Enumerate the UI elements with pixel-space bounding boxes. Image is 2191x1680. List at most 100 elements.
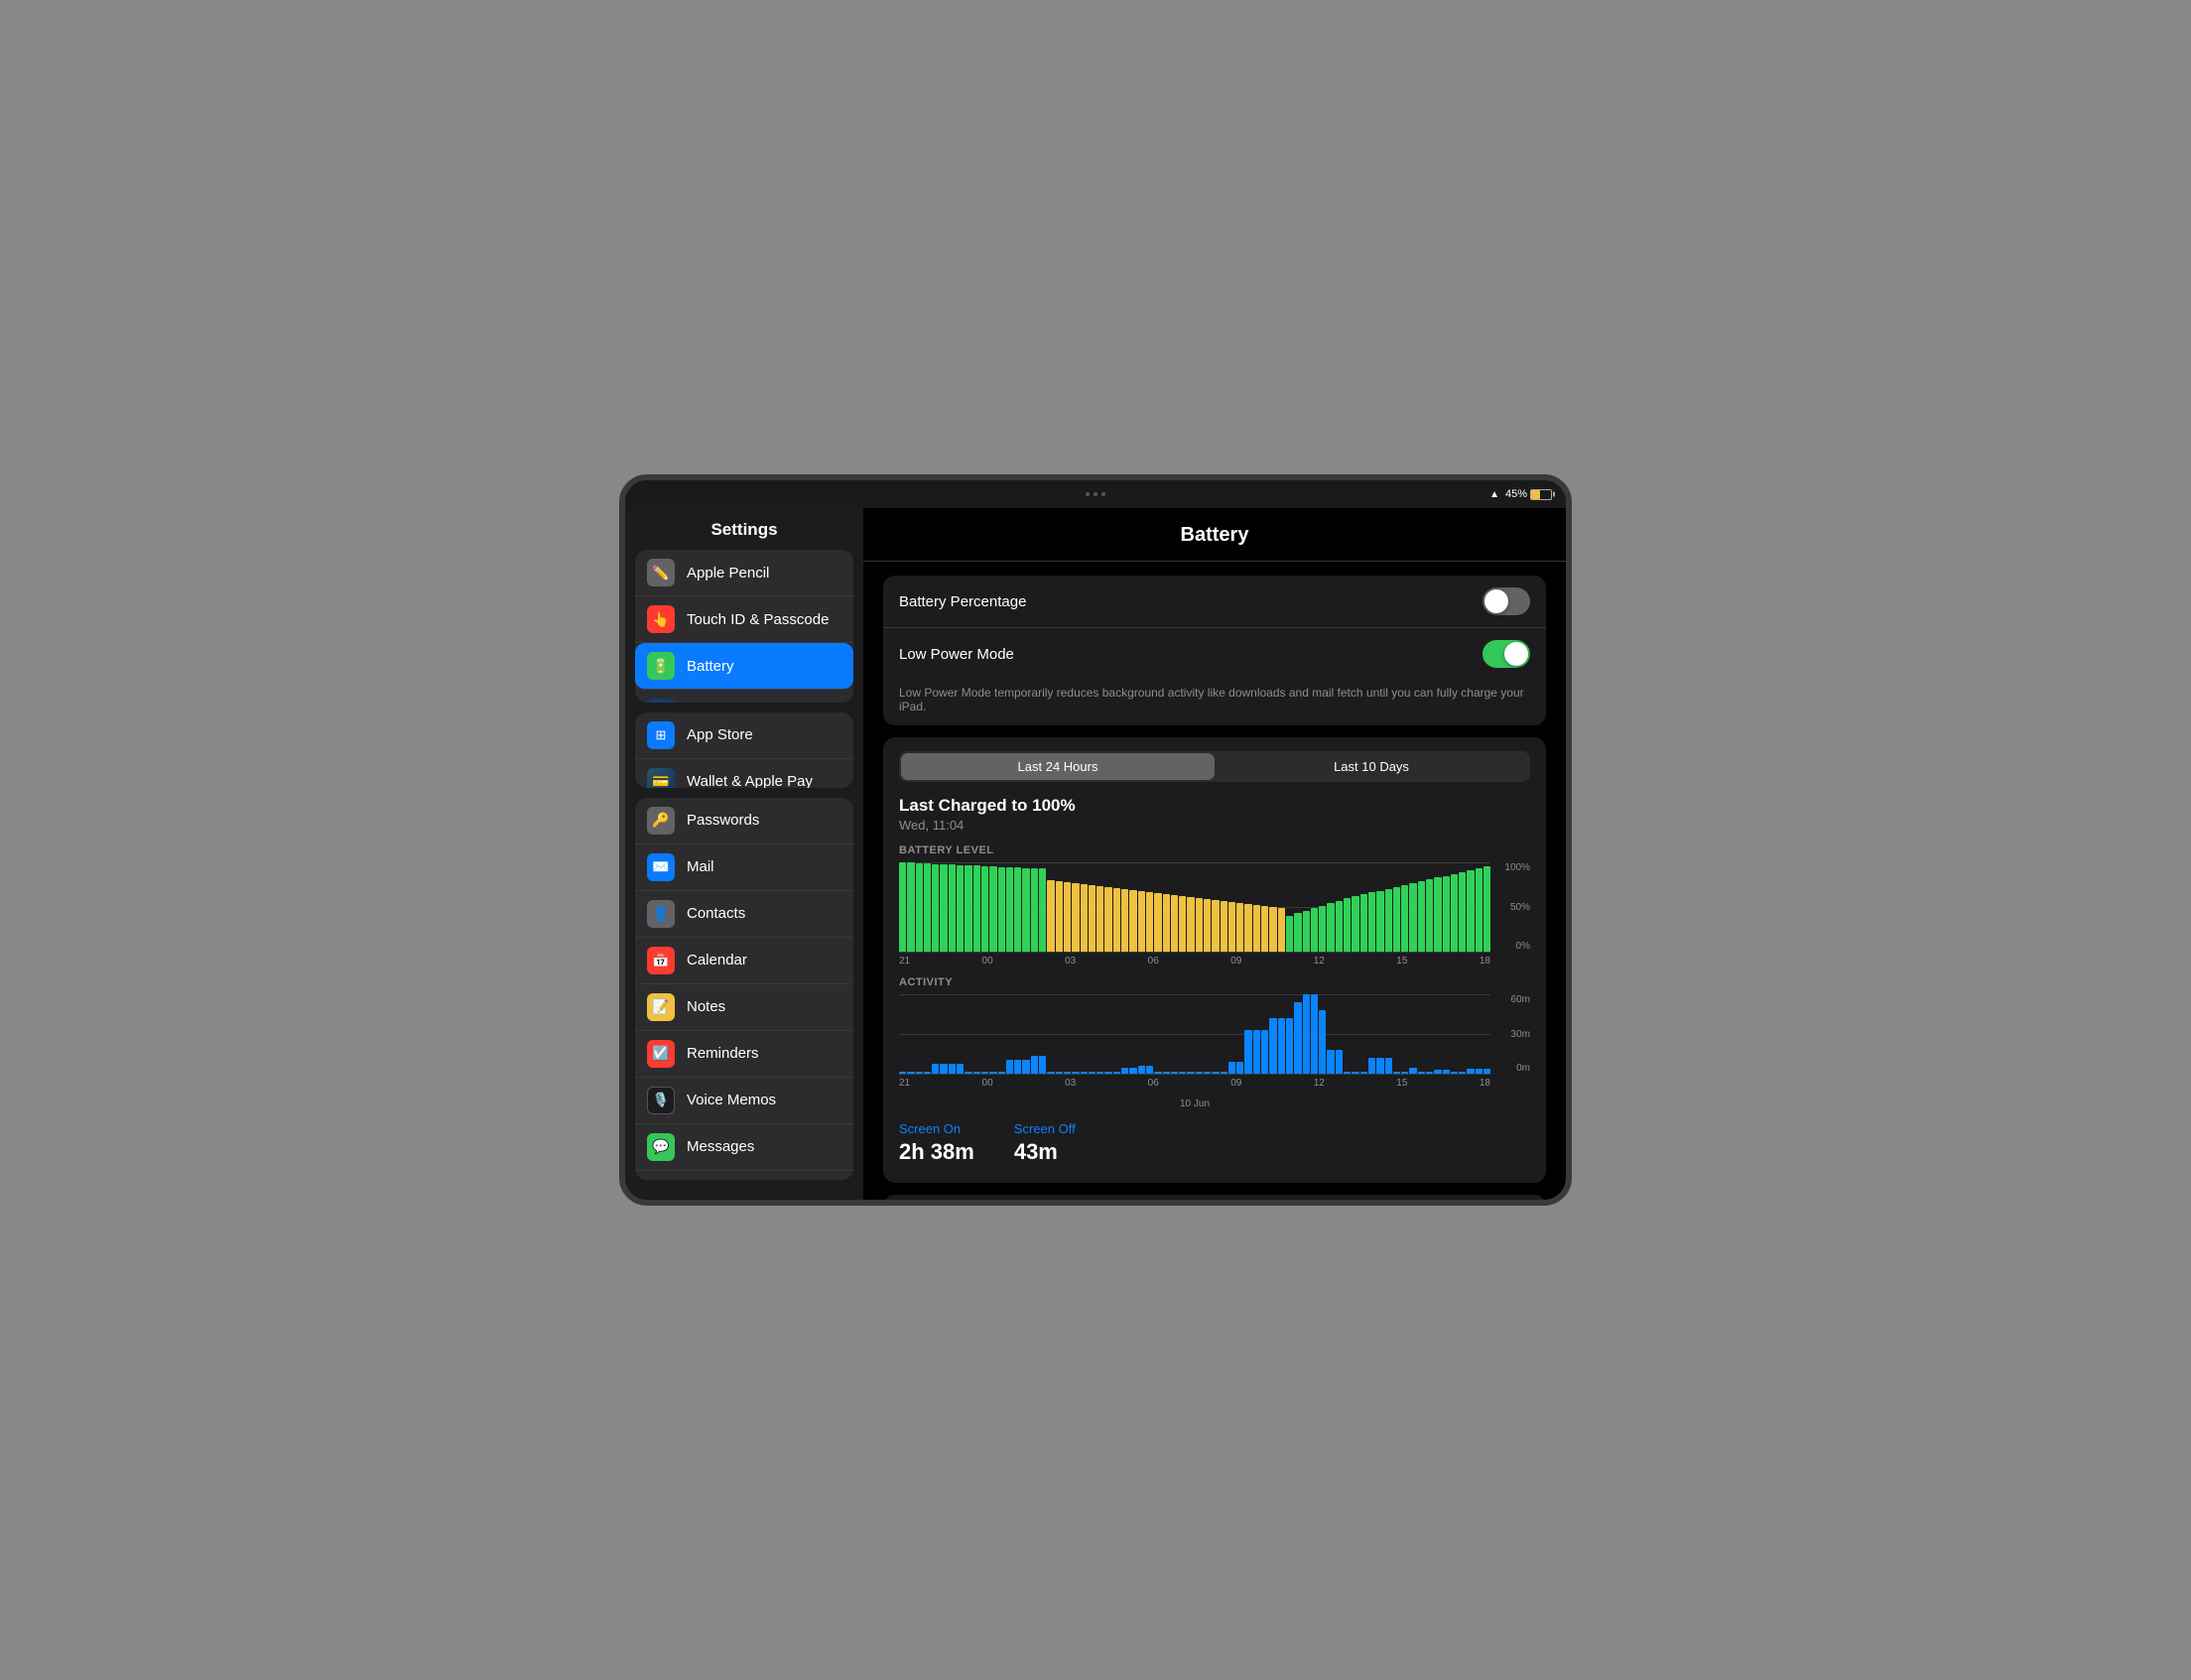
activity-bar [1376, 1058, 1383, 1074]
top-dot [1094, 492, 1097, 496]
main-title: Battery [863, 508, 1566, 562]
battery-bar [1393, 887, 1400, 952]
battery-icon-sidebar: 🔋 [647, 652, 675, 680]
activity-bar [1196, 1072, 1203, 1074]
top-dots [1086, 492, 1105, 496]
battery-icon [1530, 489, 1552, 500]
touch-id-icon: 👆 [647, 605, 675, 633]
battery-bar [1467, 870, 1474, 952]
tab-24h[interactable]: Last 24 Hours [901, 753, 1215, 780]
battery-bar [1138, 891, 1145, 952]
ipad-frame: ▲ 45% Settings ✏️ Apple Pencil 👆 Touch [619, 474, 1572, 1206]
reminders-icon: ☑️ [647, 1040, 675, 1068]
battery-bar [1163, 894, 1170, 952]
sidebar-label-wallet: Wallet & Apple Pay [687, 773, 813, 788]
battery-bar [1104, 887, 1111, 952]
activity-bar [973, 1072, 980, 1074]
low-power-toggle[interactable] [1482, 640, 1530, 668]
battery-bar [998, 867, 1005, 953]
activity-bar [932, 1064, 939, 1074]
sidebar-label-calendar: Calendar [687, 952, 747, 969]
sidebar-group-store: ⊞ App Store 💳 Wallet & Apple Pay [635, 712, 853, 788]
sidebar-item-battery[interactable]: 🔋 Battery [635, 643, 853, 690]
ax-15: 15 [1396, 1078, 1407, 1089]
battery-bar [1221, 901, 1227, 952]
main-panel: Battery Battery Percentage Low Power Mod… [863, 508, 1566, 1200]
activity-bar [1368, 1058, 1375, 1074]
battery-bar [1319, 906, 1326, 953]
apple-pencil-icon: ✏️ [647, 559, 675, 586]
sidebar-item-voice-memos[interactable]: 🎙️ Voice Memos [635, 1078, 853, 1124]
activity-bar [1459, 1072, 1466, 1074]
sidebar-item-mail[interactable]: ✉️ Mail [635, 844, 853, 891]
sidebar-label-notes: Notes [687, 998, 725, 1015]
battery-bar [1064, 882, 1071, 952]
act-y-60: 60m [1511, 994, 1530, 1005]
battery-bar [1376, 891, 1383, 953]
tab-10d[interactable]: Last 10 Days [1215, 753, 1528, 780]
activity-bar [1253, 1030, 1260, 1074]
sidebar-item-reminders[interactable]: ☑️ Reminders [635, 1031, 853, 1078]
screen-off-stat: Screen Off 43m [1014, 1121, 1076, 1165]
activity-bar [1352, 1072, 1358, 1074]
battery-percentage-toggle[interactable] [1482, 587, 1530, 615]
sidebar-item-passwords[interactable]: 🔑 Passwords [635, 798, 853, 844]
activity-x-labels: 21 00 03 06 09 12 15 18 [899, 1078, 1530, 1089]
battery-percent-text: 45% [1505, 488, 1527, 500]
sidebar-item-messages[interactable]: 💬 Messages [635, 1124, 853, 1171]
ax-09: 09 [1230, 1078, 1241, 1089]
battery-bar [957, 865, 964, 952]
battery-bar [1352, 896, 1358, 952]
sidebar-item-contacts[interactable]: 👤 Contacts [635, 891, 853, 938]
sidebar-item-wallet[interactable]: 💳 Wallet & Apple Pay [635, 759, 853, 788]
activity-bar [1467, 1069, 1474, 1074]
wallet-icon: 💳 [647, 768, 675, 788]
sidebar-item-touch-id[interactable]: 👆 Touch ID & Passcode [635, 596, 853, 643]
sidebar-item-notes[interactable]: 📝 Notes [635, 984, 853, 1031]
sidebar-item-facetime[interactable]: 📹 FaceTime [635, 1171, 853, 1180]
battery-bar [981, 866, 988, 952]
activity-bar [1426, 1072, 1433, 1074]
activity-bar [1129, 1068, 1136, 1074]
activity-bar [1031, 1056, 1038, 1074]
activity-bar [1146, 1066, 1153, 1074]
privacy-icon: ✋ [647, 699, 675, 703]
ax-03: 03 [1065, 1078, 1076, 1089]
battery-bar [1056, 881, 1063, 952]
screen-stats: Screen On 2h 38m Screen Off 43m [899, 1121, 1530, 1165]
sidebar-item-privacy[interactable]: ✋ Privacy [635, 690, 853, 703]
activity-bar [1089, 1072, 1096, 1074]
activity-bar [1022, 1060, 1029, 1074]
activity-bar [1327, 1050, 1334, 1074]
last-charged-time: Wed, 11:04 [899, 818, 1530, 833]
battery-bar [1451, 874, 1458, 952]
battery-bar [1434, 877, 1441, 952]
sidebar-item-calendar[interactable]: 📅 Calendar [635, 938, 853, 984]
activity-bar [1244, 1030, 1251, 1074]
battery-bar [932, 864, 939, 953]
activity-bars [899, 994, 1490, 1074]
y-label-0: 0% [1516, 941, 1530, 952]
battery-bar [1081, 884, 1088, 952]
activity-bar [998, 1072, 1005, 1074]
activity-bar [1154, 1072, 1161, 1074]
battery-bar [1294, 913, 1301, 952]
activity-bar [1138, 1066, 1145, 1074]
activity-bar [1344, 1072, 1351, 1074]
sidebar-label-apple-pencil: Apple Pencil [687, 565, 769, 582]
activity-bar [1014, 1060, 1021, 1074]
status-bar: ▲ 45% [1489, 488, 1552, 500]
sidebar-label-app-store: App Store [687, 726, 753, 743]
sidebar-item-app-store[interactable]: ⊞ App Store [635, 712, 853, 759]
battery-bar [1089, 885, 1096, 952]
panel-content: Battery Percentage Low Power Mode Low Po… [863, 562, 1566, 1200]
battery-settings-card: Battery Percentage Low Power Mode Low Po… [883, 576, 1546, 725]
battery-bar [1187, 897, 1194, 952]
sidebar-item-apple-pencil[interactable]: ✏️ Apple Pencil [635, 550, 853, 596]
activity-bar [1072, 1072, 1079, 1074]
sidebar-label-battery: Battery [687, 658, 734, 675]
battery-chart: 100% 50% 0% [899, 862, 1530, 952]
activity-bar [1418, 1072, 1425, 1074]
battery-bar [1022, 868, 1029, 952]
x-06: 06 [1148, 956, 1159, 967]
